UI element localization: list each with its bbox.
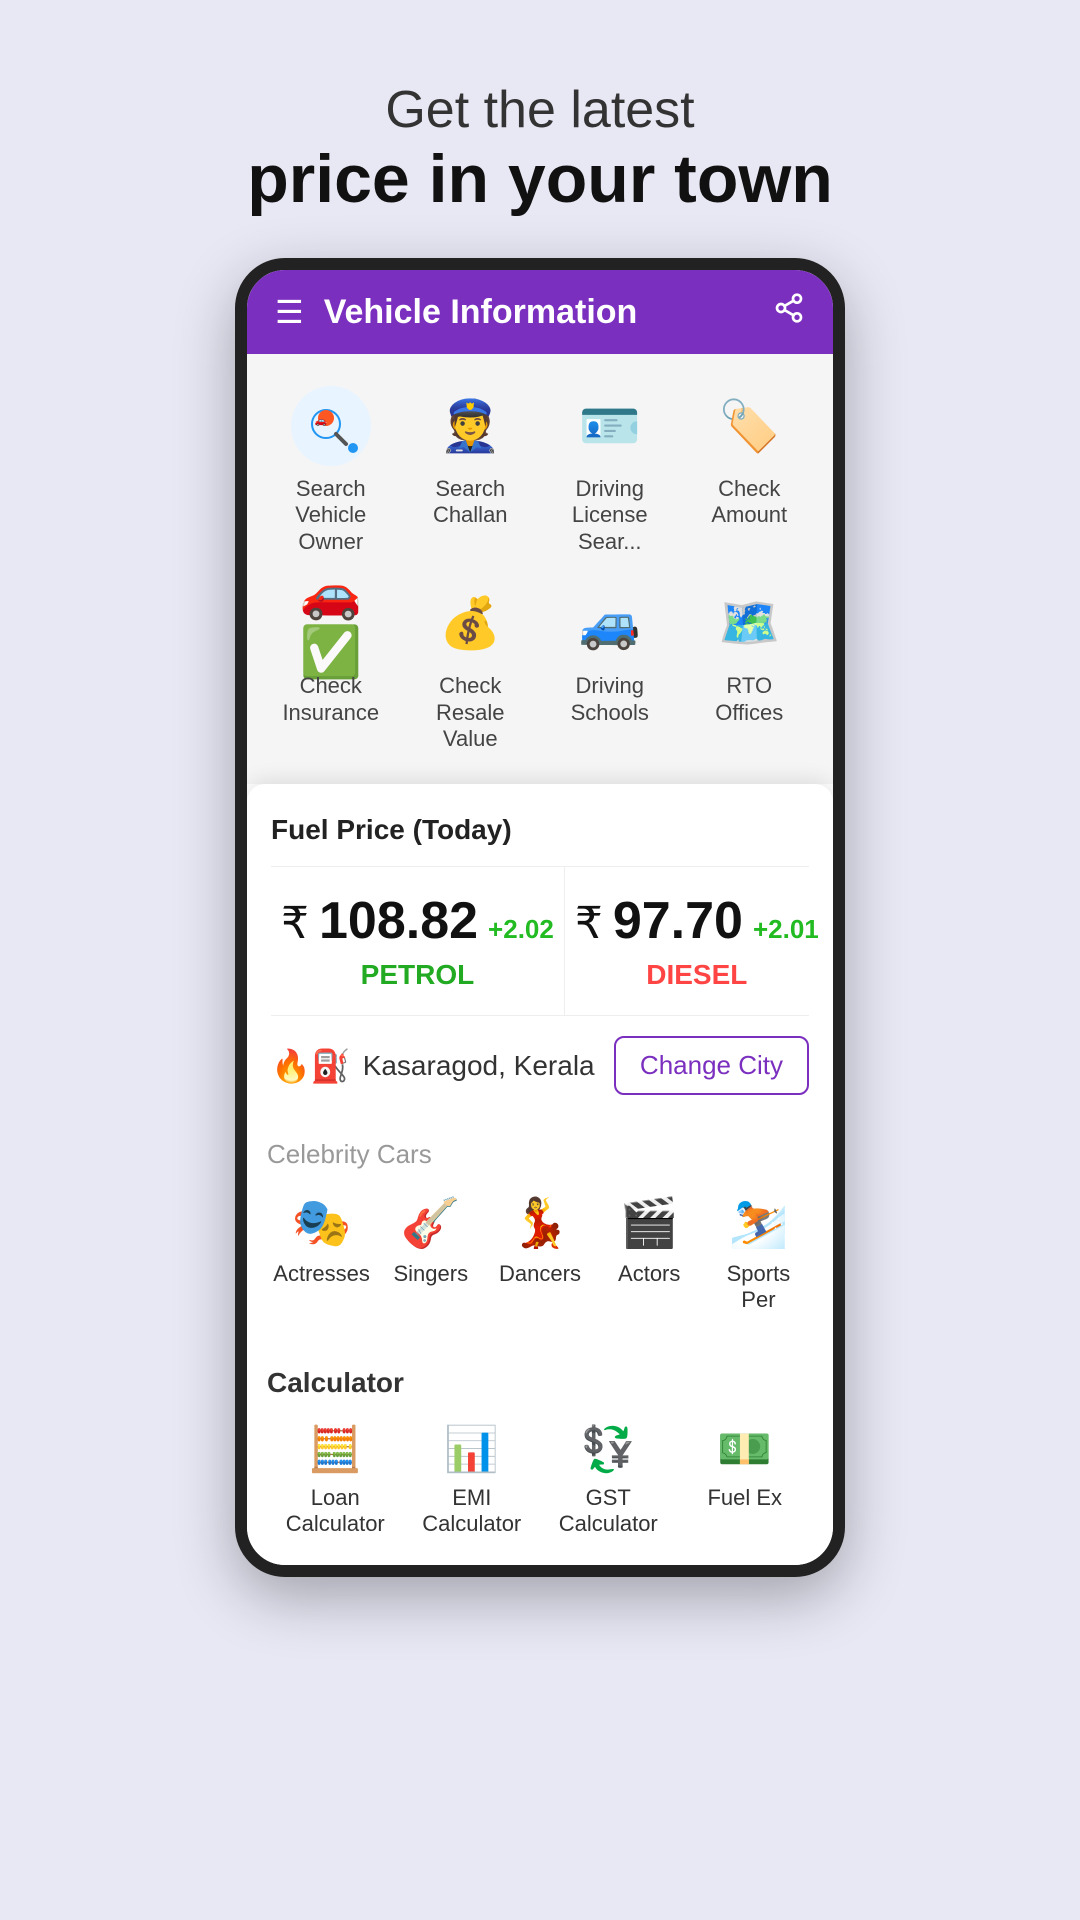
search-challan-label: SearchChallan [433,476,508,529]
calc-item-fuel[interactable]: 💵 Fuel Ex [677,1415,814,1545]
diesel-rupee-symbol: ₹ [575,898,603,949]
grid-item-driving-license[interactable]: 🪪 DrivingLicense Sear... [546,378,674,563]
petrol-change: +2.02 [488,914,554,945]
grid-item-search-challan[interactable]: 👮 SearchChallan [407,378,535,563]
dancers-icon: 💃 [510,1194,570,1251]
petrol-price-row: ₹ 108.82 +2.02 [281,891,554,951]
singers-icon: 🎸 [401,1194,461,1251]
grid-item-check-insurance[interactable]: 🚗✅ CheckInsurance [267,575,395,760]
sports-icon: ⛷️ [729,1194,789,1251]
petrol-price: 108.82 [319,891,478,951]
driving-license-icon: 🪪 [570,386,650,466]
celebrity-grid: 🎭 Actresses 🎸 Singers 💃 Dancers 🎬 Actors [267,1186,813,1321]
actresses-label: Actresses [273,1261,370,1287]
singers-label: Singers [394,1261,469,1287]
petrol-section: ₹ 108.82 +2.02 PETROL [271,867,565,1015]
celebrity-item-actors[interactable]: 🎬 Actors [595,1186,704,1321]
change-city-button[interactable]: Change City [614,1036,809,1095]
diesel-section: ₹ 97.70 +2.01 DIESEL [565,867,829,1015]
dancers-label: Dancers [499,1261,581,1287]
check-insurance-label: CheckInsurance [282,673,379,726]
petrol-rupee-symbol: ₹ [281,898,309,949]
celebrity-item-sports[interactable]: ⛷️ Sports Per [704,1186,813,1321]
app-header: ☰ Vehicle Information [247,270,833,354]
rto-offices-icon: 🗺️ [709,583,789,663]
grid-item-check-amount[interactable]: 🏷️ CheckAmount [686,378,814,563]
grid-item-driving-schools[interactable]: 🚙 DrivingSchools [546,575,674,760]
hero-title: price in your town [247,140,833,218]
loan-calc-icon: 🧮 [308,1423,363,1475]
gst-calc-label: GST Calculator [544,1485,673,1537]
emi-calc-label: EMI Calculator [408,1485,537,1537]
menu-icon[interactable]: ☰ [275,293,304,331]
check-insurance-icon: 🚗✅ [291,583,371,663]
grid-item-search-vehicle-owner[interactable]: 🚗 Search VehicleOwner [267,378,395,563]
fuel-city-row: 🔥⛽ Kasaragod, Kerala Change City [271,1036,809,1095]
loan-calc-label: Loan Calculator [271,1485,400,1537]
emi-calc-icon: 📊 [444,1423,499,1475]
phone-container: ☰ Vehicle Information [140,258,940,1577]
fuel-ex-label: Fuel Ex [707,1485,782,1511]
hero-section: Get the latest price in your town [207,0,873,258]
grid-item-rto-offices[interactable]: 🗺️ RTO Offices [686,575,814,760]
petrol-label: PETROL [281,959,554,991]
fuel-card-title: Fuel Price (Today) [271,814,809,846]
check-amount-label: CheckAmount [711,476,787,529]
diesel-label: DIESEL [575,959,819,991]
diesel-price: 97.70 [613,891,743,951]
search-challan-icon: 👮 [430,386,510,466]
actors-icon: 🎬 [619,1194,679,1251]
actresses-icon: 🎭 [292,1194,352,1251]
celebrity-item-actresses[interactable]: 🎭 Actresses [267,1186,376,1321]
city-info: 🔥⛽ Kasaragod, Kerala [271,1047,595,1085]
svg-text:🚗: 🚗 [315,416,327,427]
actors-label: Actors [618,1261,680,1287]
diesel-change: +2.01 [753,914,819,945]
check-resale-label: Check ResaleValue [411,673,531,752]
driving-schools-icon: 🚙 [570,583,650,663]
grid-section: 🚗 Search VehicleOwner 👮 SearchChallan 🪪 … [247,354,833,784]
calculator-section: Calculator 🧮 Loan Calculator 📊 EMI Calcu… [247,1347,833,1565]
check-amount-icon: 🏷️ [709,386,789,466]
calc-item-loan[interactable]: 🧮 Loan Calculator [267,1415,404,1545]
celebrity-section: Celebrity Cars 🎭 Actresses 🎸 Singers 💃 D… [247,1119,833,1331]
fuel-price-card: Fuel Price (Today) ₹ 108.82 +2.02 PETROL… [247,784,833,1119]
content-area: ☰ Vehicle Information [140,258,940,1577]
rto-offices-label: RTO Offices [690,673,810,726]
sports-label: Sports Per [708,1261,809,1313]
fuel-ex-icon: 💵 [717,1423,772,1475]
celebrity-section-title: Celebrity Cars [267,1139,813,1170]
search-vehicle-label: Search VehicleOwner [271,476,391,555]
celebrity-item-dancers[interactable]: 💃 Dancers [485,1186,594,1321]
icon-grid: 🚗 Search VehicleOwner 👮 SearchChallan 🪪 … [267,378,813,760]
driving-license-label: DrivingLicense Sear... [550,476,670,555]
celebrity-item-singers[interactable]: 🎸 Singers [376,1186,485,1321]
app-title: Vehicle Information [324,293,753,332]
city-name: Kasaragod, Kerala [363,1050,595,1082]
fuel-prices: ₹ 108.82 +2.02 PETROL ₹ 97.70 +2.01 DIES… [271,866,809,1016]
calculator-section-title: Calculator [267,1367,813,1399]
gst-calc-icon: 💱 [581,1423,636,1475]
calc-item-emi[interactable]: 📊 EMI Calculator [404,1415,541,1545]
driving-schools-label: DrivingSchools [571,673,649,726]
fuel-drop-icon: 🔥⛽ [271,1047,351,1085]
check-resale-icon: 💰 [430,583,510,663]
calc-grid: 🧮 Loan Calculator 📊 EMI Calculator 💱 GST… [267,1415,813,1545]
diesel-price-row: ₹ 97.70 +2.01 [575,891,819,951]
grid-item-check-resale[interactable]: 💰 Check ResaleValue [407,575,535,760]
phone-mockup: ☰ Vehicle Information [235,258,845,1577]
hero-subtitle: Get the latest [247,80,833,140]
share-icon[interactable] [773,292,805,332]
calc-item-gst[interactable]: 💱 GST Calculator [540,1415,677,1545]
search-vehicle-icon: 🚗 [291,386,371,466]
